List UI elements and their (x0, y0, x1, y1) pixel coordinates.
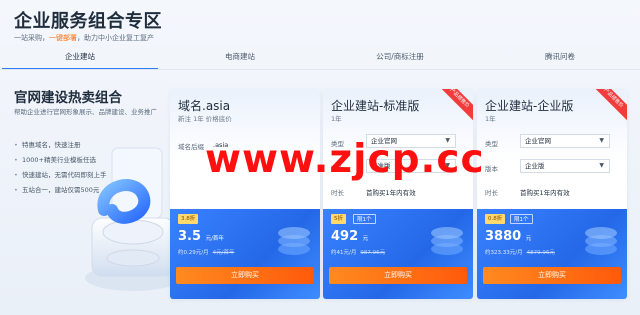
card-name: 域名.asia (178, 99, 231, 113)
tab-website[interactable]: 企业建站 (0, 48, 160, 70)
price-sub: 约0.29元/月 4元/首年 (178, 248, 234, 256)
discount-badge: 3.8折 (178, 214, 199, 224)
duration-value: 首购买1年内有效 (366, 189, 416, 197)
price-monthly: 约323.33元/月 (485, 250, 523, 256)
subtitle-highlight: 一键部署 (49, 34, 77, 42)
version-select[interactable]: 企业版 ▼ (520, 159, 610, 173)
discount-badge: 0.8折 (485, 214, 506, 224)
chevron-down-icon: ▼ (599, 162, 604, 169)
row-label: 时长 (485, 189, 498, 197)
price-unit: 元 (525, 236, 532, 242)
tabs-divider (0, 69, 640, 70)
buy-button[interactable]: 立即购买 (176, 267, 314, 284)
price: 492 元 (331, 229, 368, 244)
buy-button[interactable]: 立即购买 (329, 267, 467, 284)
price-value: 3880 (485, 229, 522, 244)
price-unit: 元 (362, 236, 369, 242)
subtitle-pre: 一站采购， (14, 34, 49, 42)
price: 3880 元 (485, 229, 531, 244)
price-original: 4879.96元 (526, 250, 555, 256)
coin-stack-icon (431, 227, 463, 255)
select-value: 企业版 (525, 162, 545, 170)
price-sub: 约41元/月 987.96元 (331, 248, 385, 256)
row-label: 域名后缀 (178, 143, 204, 151)
limit-badge: 限1个 (353, 214, 376, 224)
coin-stack-icon (278, 227, 310, 255)
product-card-domain: 域名.asia 新注 1年 价格底价 域名后缀 .asia 3.8折 3.5 元… (170, 89, 320, 299)
card-name: 企业建站-标准版 (331, 99, 420, 113)
watermark: www.zjcp.cc (205, 137, 485, 182)
row-label: 时长 (331, 189, 344, 197)
buy-button[interactable]: 立即购买 (483, 267, 621, 284)
card-sub: 1年 (331, 115, 342, 123)
page-subtitle: 一站采购，一键部署，助力中小企业复工复产 (14, 33, 154, 43)
price-unit: 元/首年 (205, 236, 224, 242)
row-label: 版本 (485, 165, 498, 173)
price-monthly: 约41元/月 (331, 250, 357, 256)
product-card-enterprise: 产品搭售价 企业建站-企业版 1年 类型 企业官网 ▼ 版本 企业版 ▼ 时长 首购… (477, 89, 627, 299)
price: 3.5 元/首年 (178, 229, 224, 244)
promo-description: 帮助企业进行官网形象展示、品牌建设、业务推广 (14, 108, 157, 116)
product-card-standard: 产品搭售价 企业建站-标准版 1年 类型 企业官网 ▼ 版本 标准版 ▼ 时长 首购… (323, 89, 473, 299)
row-label: 类型 (485, 140, 498, 148)
subtitle-post: ，助力中小企业复工复产 (77, 34, 154, 42)
card-sub: 1年 (485, 115, 496, 123)
page-title: 企业服务组合专区 (14, 11, 162, 32)
card-sub: 新注 1年 价格底价 (178, 115, 232, 123)
price-sub: 约323.33元/月 4879.96元 (485, 248, 555, 256)
type-select[interactable]: 企业官网 ▼ (520, 134, 610, 148)
page: 企业服务组合专区 一站采购，一键部署，助力中小企业复工复产 企业建站 电商建站 … (0, 0, 640, 315)
chevron-down-icon: ▼ (599, 137, 604, 144)
coin-stack-icon (585, 227, 617, 255)
price-original: 987.96元 (360, 250, 386, 256)
discount-badge: 5折 (331, 214, 346, 224)
tab-ecommerce[interactable]: 电商建站 (160, 48, 320, 70)
price-monthly: 约0.29元/月 (178, 250, 209, 256)
card-name: 企业建站-企业版 (485, 99, 574, 113)
price-original: 4元/首年 (212, 250, 235, 256)
tab-survey[interactable]: 腾讯问卷 (480, 48, 640, 70)
tab-bar: 企业建站 电商建站 公司/商标注册 腾讯问卷 (0, 48, 640, 70)
promo-title: 官网建设热卖组合 (14, 90, 122, 106)
duration-value: 首购买1年内有效 (520, 189, 570, 197)
limit-badge: 限1个 (510, 214, 533, 224)
select-value: 企业官网 (525, 137, 551, 145)
tab-company-registration[interactable]: 公司/商标注册 (320, 48, 480, 70)
price-value: 3.5 (178, 229, 202, 244)
price-value: 492 (331, 229, 359, 244)
